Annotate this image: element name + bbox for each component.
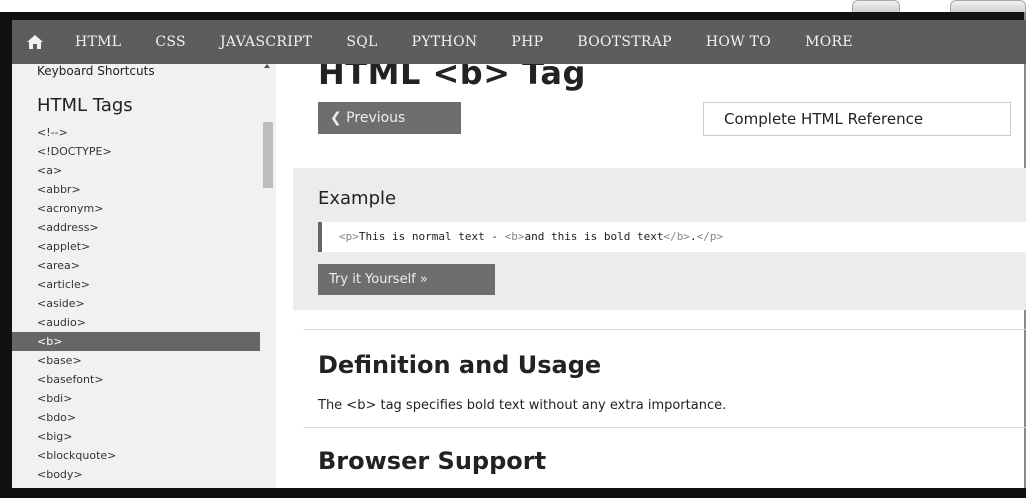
try-it-yourself-button[interactable]: Try it Yourself » bbox=[318, 264, 495, 295]
window-border-bottom bbox=[0, 488, 1026, 498]
code-example: <p>This is normal text - <b>and this is … bbox=[318, 222, 1026, 252]
sidebar-item[interactable]: <bdo> bbox=[12, 408, 260, 427]
sidebar-item[interactable]: <base> bbox=[12, 351, 260, 370]
sidebar-item[interactable]: <address> bbox=[12, 218, 260, 237]
sidebar-scrollbar[interactable] bbox=[260, 64, 276, 488]
sidebar-item[interactable]: <applet> bbox=[12, 237, 260, 256]
sidebar-item[interactable]: <b> bbox=[12, 332, 260, 351]
code-text: . bbox=[690, 230, 697, 243]
sidebar-item[interactable]: <area> bbox=[12, 256, 260, 275]
code-line: <p>This is normal text - <b>and this is … bbox=[339, 230, 723, 243]
nav-item-python[interactable]: PYTHON bbox=[395, 20, 495, 64]
code-tag: <p> bbox=[339, 230, 359, 243]
nav-item-how-to[interactable]: HOW TO bbox=[689, 20, 788, 64]
nav-item-more[interactable]: MORE bbox=[788, 20, 870, 64]
nav-item-bootstrap[interactable]: BOOTSTRAP bbox=[560, 20, 689, 64]
divider bbox=[303, 427, 1026, 428]
scroll-up-arrow-icon[interactable] bbox=[264, 64, 270, 68]
sidebar-item[interactable]: <bdi> bbox=[12, 389, 260, 408]
divider bbox=[303, 329, 1026, 330]
example-panel: Example <p>This is normal text - <b>and … bbox=[293, 168, 1026, 310]
page-title: HTML <b> Tag bbox=[318, 64, 586, 92]
code-tag: </b> bbox=[663, 230, 691, 243]
code-tag: </p> bbox=[696, 230, 724, 243]
browser-tab[interactable] bbox=[950, 0, 1026, 12]
code-text: and this is bold text bbox=[524, 230, 664, 243]
example-title: Example bbox=[318, 188, 397, 209]
window-border-left bbox=[0, 12, 12, 498]
nav-item-css[interactable]: CSS bbox=[138, 20, 203, 64]
window-border-top bbox=[0, 12, 1026, 20]
browser-support-heading: Browser Support bbox=[318, 447, 547, 475]
sidebar-item[interactable]: <big> bbox=[12, 427, 260, 446]
sidebar-item[interactable]: <acronym> bbox=[12, 199, 260, 218]
complete-html-reference-button[interactable]: Complete HTML Reference bbox=[703, 102, 1011, 136]
sidebar-item[interactable]: <abbr> bbox=[12, 180, 260, 199]
sidebar-item[interactable]: <!DOCTYPE> bbox=[12, 142, 260, 161]
sidebar-item[interactable]: <blockquote> bbox=[12, 446, 260, 465]
home-button[interactable] bbox=[12, 20, 58, 64]
sidebar-item[interactable]: <basefont> bbox=[12, 370, 260, 389]
sidebar-item[interactable]: <aside> bbox=[12, 294, 260, 313]
scrollbar-thumb[interactable] bbox=[263, 122, 273, 188]
definition-heading: Definition and Usage bbox=[318, 351, 602, 379]
sidebar-heading: HTML Tags bbox=[37, 95, 133, 116]
nav-item-php[interactable]: PHP bbox=[494, 20, 560, 64]
keyboard-shortcuts-link[interactable]: Keyboard Shortcuts bbox=[37, 64, 155, 78]
sidebar-item[interactable]: <a> bbox=[12, 161, 260, 180]
sidebar-tag-list: <!--> <!DOCTYPE> <a> <abbr> <acronym> <addres… bbox=[12, 123, 260, 484]
code-tag: <b> bbox=[504, 230, 525, 243]
nav-item-html[interactable]: HTML bbox=[58, 20, 138, 64]
browser-tab[interactable] bbox=[852, 0, 900, 12]
home-icon bbox=[27, 35, 43, 49]
code-text: This is normal text - bbox=[358, 230, 505, 243]
definition-text: The <b> tag specifies bold text without … bbox=[318, 398, 727, 413]
sidebar-item[interactable]: <!--> bbox=[12, 123, 260, 142]
main-content: HTML <b> Tag ❮ Previous Complete HTML Re… bbox=[276, 64, 1026, 488]
sidebar-item[interactable]: <article> bbox=[12, 275, 260, 294]
nav-item-sql[interactable]: SQL bbox=[329, 20, 394, 64]
previous-button[interactable]: ❮ Previous bbox=[318, 102, 461, 134]
top-navigation-bar: HTML CSS JAVASCRIPT SQL PYTHON PHP BOOTS… bbox=[12, 20, 1026, 64]
sidebar-item[interactable]: <body> bbox=[12, 465, 260, 484]
nav-item-javascript[interactable]: JAVASCRIPT bbox=[203, 20, 329, 64]
sidebar-item[interactable]: <audio> bbox=[12, 313, 260, 332]
sidebar: Keyboard Shortcuts HTML Tags <!--> <!DOCT… bbox=[12, 64, 276, 488]
